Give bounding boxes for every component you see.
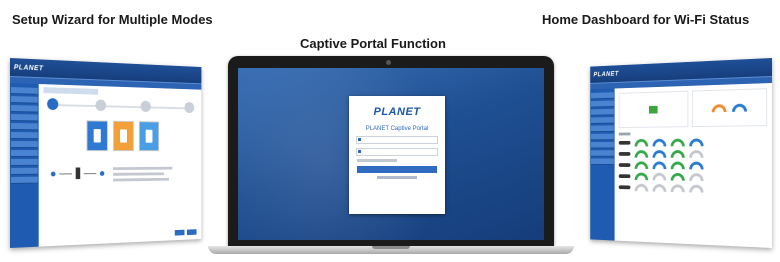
wizard-sidebar (10, 83, 39, 248)
home-dashboard-screenshot: PLANET (590, 58, 772, 248)
captive-portal-login-card: PLANET PLANET Captive Portal (349, 96, 445, 214)
laptop: PLANET PLANET Captive Portal (228, 56, 554, 246)
wizard-step-1 (47, 98, 59, 111)
wizard-step-4 (184, 101, 195, 114)
user-icon (358, 138, 361, 141)
sidebar-item (10, 87, 38, 95)
status-ok-icon (648, 105, 658, 114)
laptop-notch (372, 246, 410, 249)
wifi-status-row (616, 182, 770, 196)
network-diagram (50, 164, 197, 183)
login-button[interactable] (357, 166, 437, 173)
memory-gauge-icon (731, 103, 747, 112)
remember-checkbox[interactable] (357, 159, 397, 162)
portal-title: PLANET Captive Portal (365, 126, 429, 132)
wizard-step-3 (140, 100, 152, 113)
mode-option-3 (138, 121, 160, 152)
sidebar-item (10, 105, 38, 113)
dashboard-sidebar (590, 88, 615, 242)
password-field[interactable] (356, 148, 438, 156)
wizard-back-button (174, 229, 185, 236)
diagram-node-icon (99, 170, 105, 176)
sidebar-item (10, 150, 38, 157)
planet-logo: PLANET (13, 63, 44, 72)
username-field[interactable] (356, 136, 438, 144)
caption-home-dashboard: Home Dashboard for Wi-Fi Status (542, 12, 750, 27)
sidebar-item (10, 176, 38, 184)
wizard-steps (43, 98, 197, 114)
caption-setup-wizard: Setup Wizard for Multiple Modes (12, 12, 213, 27)
setup-wizard-screenshot: PLANET (10, 58, 202, 248)
wizard-main (39, 84, 202, 248)
caption-captive-portal: Captive Portal Function (300, 36, 446, 51)
diagram-device-icon (75, 167, 81, 180)
mode-option-2 (113, 120, 134, 152)
wifi-status-row (616, 148, 770, 160)
portal-brand-logo: PLANET (373, 106, 421, 118)
wizard-step-title (43, 87, 99, 95)
sidebar-item (10, 132, 38, 140)
dashboard-main (615, 83, 772, 248)
wizard-buttons (174, 229, 197, 236)
webcam-icon (386, 60, 391, 65)
planet-logo: PLANET (593, 70, 619, 78)
sidebar-item (10, 114, 38, 122)
sidebar-item (10, 123, 38, 131)
cpu-gauge-icon (711, 104, 727, 113)
sidebar-item (10, 158, 38, 166)
sidebar-item (10, 167, 38, 175)
wizard-next-button (186, 229, 197, 236)
forgot-password-link[interactable] (377, 176, 417, 179)
resource-gauges (691, 88, 768, 128)
lock-icon (358, 150, 361, 153)
mode-options (43, 120, 197, 152)
diagram-node-icon (50, 171, 56, 177)
wizard-step-2 (95, 99, 106, 112)
laptop-screen: PLANET PLANET Captive Portal (238, 68, 544, 240)
system-status-box (618, 90, 689, 129)
wifi-status-row (616, 136, 770, 148)
mode-option-1 (86, 120, 108, 152)
sidebar-item (10, 96, 38, 104)
sidebar-item (10, 141, 38, 149)
